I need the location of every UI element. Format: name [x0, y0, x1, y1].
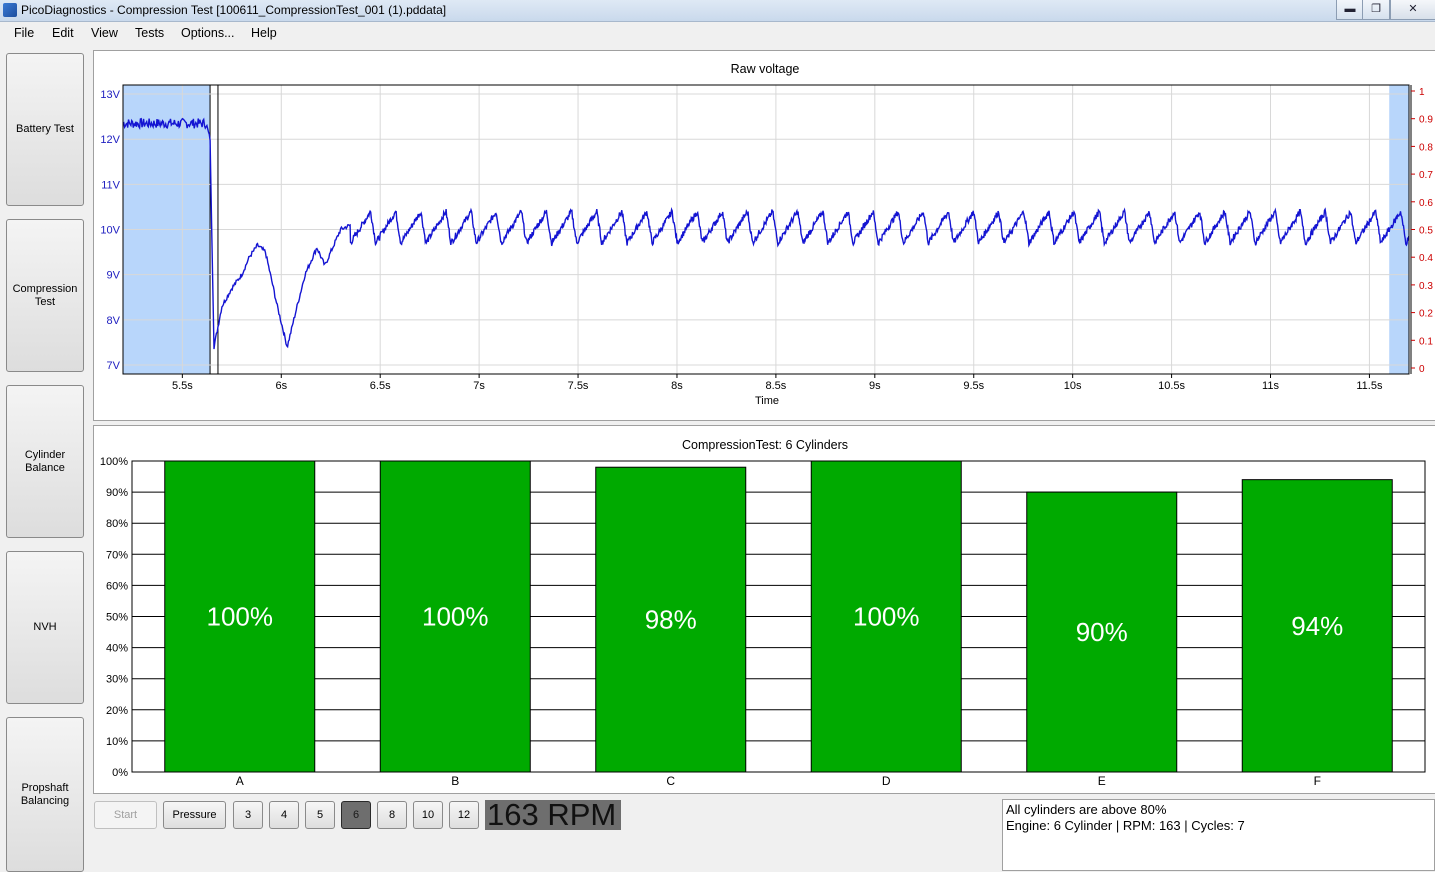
battery-test-button[interactable]: Battery Test	[6, 53, 84, 206]
menu-view[interactable]: View	[91, 26, 118, 40]
y2-tick-label: 0	[1419, 364, 1425, 375]
y-tick-label: 7V	[107, 360, 121, 372]
minimize-button[interactable]: ▬	[1336, 0, 1364, 20]
x-tick-label: 8.5s	[765, 380, 786, 392]
app-icon	[3, 3, 17, 17]
nvh-label: NVH	[33, 621, 57, 633]
y2-tick-label: 0.8	[1419, 142, 1433, 153]
y-tick-label: 10V	[100, 225, 120, 237]
status-engine-info: Engine: 6 Cylinder | RPM: 163 | Cycles: …	[1006, 818, 1245, 833]
y2-tick-label: 0.3	[1419, 281, 1433, 292]
rpm-readout: 163 RPM	[485, 799, 621, 830]
x-tick-label: 9.5s	[963, 380, 984, 392]
bar-value-label: 94%	[1291, 611, 1343, 641]
x-tick-label: 7.5s	[568, 380, 589, 392]
cylinder-balance-button[interactable]: Cylinder Balance	[6, 385, 84, 538]
propshaft-balancing-label: Propshaft Balancing	[20, 781, 70, 807]
y-tick-label: 20%	[106, 705, 128, 717]
cylinders-4-button[interactable]: 4	[269, 801, 299, 829]
x-tick-label: 7s	[473, 380, 485, 392]
y-tick-label: 60%	[106, 580, 128, 592]
compression-title: CompressionTest: 6 Cylinders	[681, 438, 849, 452]
y-tick-label: 11V	[101, 179, 120, 191]
x-tick-label: 6s	[275, 380, 287, 392]
cylinders-12-button[interactable]: 12	[449, 801, 479, 829]
cylinders-3-button[interactable]: 3	[233, 801, 263, 829]
title-bar: PicoDiagnostics - Compression Test [1006…	[0, 0, 1435, 22]
bar-value-label: 98%	[645, 605, 697, 635]
pressure-button[interactable]: Pressure	[163, 801, 226, 829]
x-tick-label: 10s	[1064, 380, 1082, 392]
bar-value-label: 100%	[422, 602, 489, 632]
raw-voltage-title: Raw voltage	[730, 62, 800, 76]
y-tick-label: 0%	[112, 767, 128, 779]
y2-tick-label: 0.9	[1419, 115, 1433, 126]
bar-value-label: 90%	[1076, 617, 1128, 647]
x-tick-label: 8s	[671, 380, 683, 392]
y2-tick-label: 0.6	[1419, 198, 1433, 209]
menu-help[interactable]: Help	[251, 26, 277, 40]
compression-test-label: Compression Test	[12, 282, 78, 308]
cylinder-balance-label: Cylinder Balance	[24, 448, 66, 474]
start-button[interactable]: Start	[94, 801, 157, 829]
category-label: E	[1098, 774, 1106, 788]
y2-tick-label: 1	[1419, 87, 1425, 98]
menu-tests[interactable]: Tests	[135, 26, 164, 40]
raw-voltage-chart[interactable]: 5.5s 6s 6.5s 7s 7.5s 8s 8.5s 9s 9.5s 10s 10.5s 11s 1…	[93, 50, 1435, 419]
y2-tick-label: 0.1	[1419, 336, 1433, 347]
compression-test-button[interactable]: Compression Test	[6, 219, 84, 372]
category-label: D	[882, 774, 891, 788]
nvh-button[interactable]: NVH	[6, 551, 84, 704]
close-button[interactable]: ✕	[1390, 0, 1435, 20]
voltage-trace	[122, 117, 1410, 350]
x-tick-label: 6.5s	[370, 380, 391, 392]
category-label: C	[666, 774, 675, 788]
battery-test-label: Battery Test	[16, 123, 74, 135]
y-tick-label: 13V	[100, 89, 120, 101]
y-tick-label: 100%	[100, 456, 128, 468]
y-tick-label: 90%	[106, 487, 128, 499]
bar-value-label: 100%	[207, 602, 274, 632]
menu-bar: File Edit View Tests Options... Help	[0, 22, 1435, 44]
y-tick-label: 10%	[106, 736, 128, 748]
y2-tick-label: 0.5	[1419, 226, 1433, 237]
menu-edit[interactable]: Edit	[52, 26, 74, 40]
y2-tick-label: 0.4	[1419, 253, 1433, 264]
x-tick-label: 10.5s	[1158, 380, 1185, 392]
menu-options[interactable]: Options...	[181, 26, 235, 40]
y2-tick-label: 0.2	[1419, 309, 1433, 320]
y-tick-label: 12V	[100, 134, 120, 146]
bar-value-label: 100%	[853, 602, 920, 632]
x-tick-label: 9s	[869, 380, 881, 392]
category-label: A	[236, 774, 244, 788]
x-tick-label: 11s	[1262, 380, 1279, 392]
time-axis-label: Time	[754, 395, 780, 407]
cylinders-10-button[interactable]: 10	[413, 801, 443, 829]
x-tick-label: 5.5s	[172, 380, 193, 392]
y-tick-label: 50%	[106, 612, 128, 624]
propshaft-balancing-button[interactable]: Propshaft Balancing	[6, 717, 84, 872]
x-tick-label: 11.5s	[1356, 380, 1383, 392]
cylinders-8-button[interactable]: 8	[377, 801, 407, 829]
maximize-button[interactable]: ❐	[1362, 0, 1390, 20]
y-tick-label: 8V	[107, 315, 121, 327]
status-box: All cylinders are above 80% Engine: 6 Cy…	[1002, 799, 1435, 871]
cylinders-6-button[interactable]: 6	[341, 801, 371, 829]
cylinders-5-button[interactable]: 5	[305, 801, 335, 829]
category-label: B	[451, 774, 459, 788]
y-tick-label: 40%	[106, 643, 128, 655]
window-title: PicoDiagnostics - Compression Test [1006…	[21, 3, 447, 17]
y-tick-label: 80%	[106, 518, 128, 530]
compression-bar-chart: 100% 90% 80% 70% 60% 50% 40% 30% 20% 10% 0% 100% A 10…	[100, 456, 1426, 788]
y-tick-label: 9V	[107, 270, 121, 282]
y-tick-label: 30%	[106, 674, 128, 686]
y2-tick-label: 0.7	[1419, 170, 1433, 181]
menu-file[interactable]: File	[14, 26, 34, 40]
category-label: F	[1314, 774, 1321, 788]
status-summary: All cylinders are above 80%	[1006, 802, 1167, 817]
y-tick-label: 70%	[106, 549, 128, 561]
